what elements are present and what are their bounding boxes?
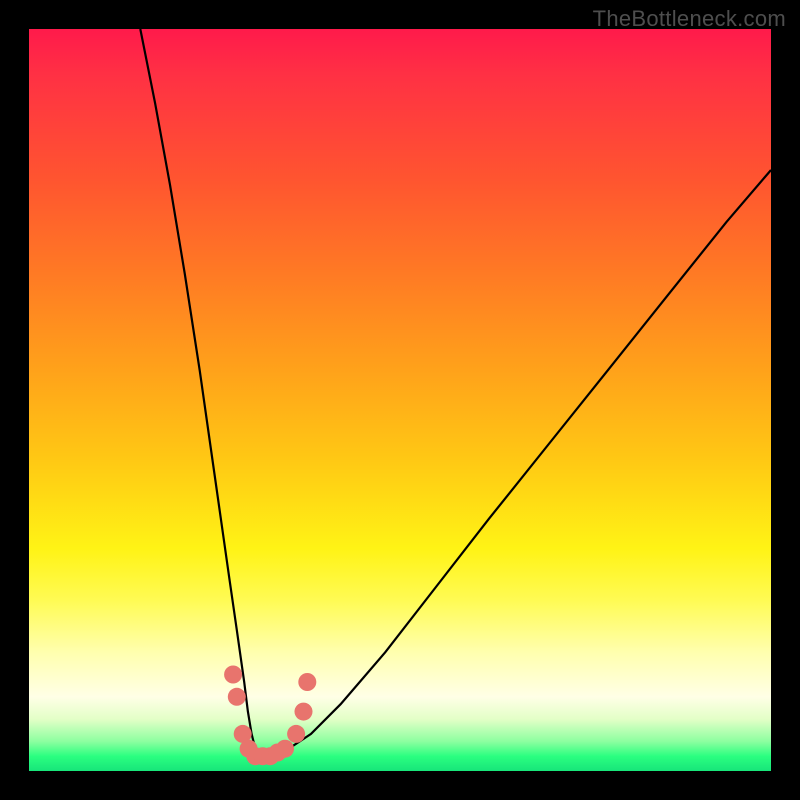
outer-frame: TheBottleneck.com bbox=[0, 0, 800, 800]
watermark-text: TheBottleneck.com bbox=[593, 6, 786, 32]
plot-area bbox=[29, 29, 771, 771]
bottleneck-curve bbox=[140, 29, 771, 756]
marker-dot bbox=[276, 740, 294, 758]
marker-dot bbox=[287, 725, 305, 743]
marker-group bbox=[224, 666, 316, 766]
marker-dot bbox=[298, 673, 316, 691]
marker-dot bbox=[224, 666, 242, 684]
marker-dot bbox=[295, 703, 313, 721]
marker-dot bbox=[228, 688, 246, 706]
chart-svg bbox=[29, 29, 771, 771]
